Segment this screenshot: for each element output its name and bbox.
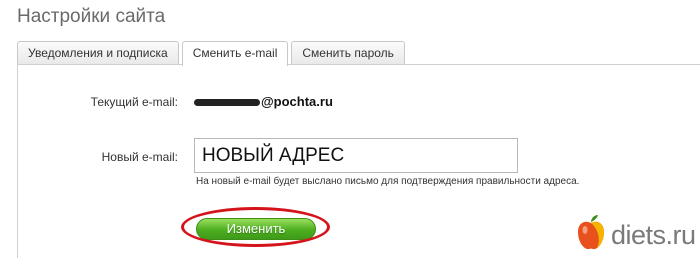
redaction-scribble — [194, 99, 260, 107]
apple-icon — [576, 214, 606, 256]
tab-bar: Уведомления и подписка Сменить e-mail См… — [17, 41, 405, 66]
current-email-value: @pochta.ru — [194, 94, 333, 109]
tab-notifications[interactable]: Уведомления и подписка — [17, 41, 179, 64]
watermark-text: diets.ru — [611, 219, 696, 250]
change-button[interactable]: Изменить — [196, 218, 316, 240]
tab-change-email[interactable]: Сменить e-mail — [181, 41, 289, 66]
current-email-domain: @pochta.ru — [261, 94, 333, 109]
current-email-label: Текущий e-mail: — [90, 95, 178, 109]
watermark: diets.ru — [576, 214, 696, 256]
tab-change-password[interactable]: Сменить пароль — [291, 41, 405, 64]
new-email-hint: На новый e-mail будет выслано письмо для… — [196, 176, 580, 187]
new-email-input[interactable]: НОВЫЙ АДРЕС — [194, 138, 518, 173]
new-email-label: Новый e-mail: — [101, 150, 178, 164]
page-title: Настройки сайта — [17, 6, 166, 27]
